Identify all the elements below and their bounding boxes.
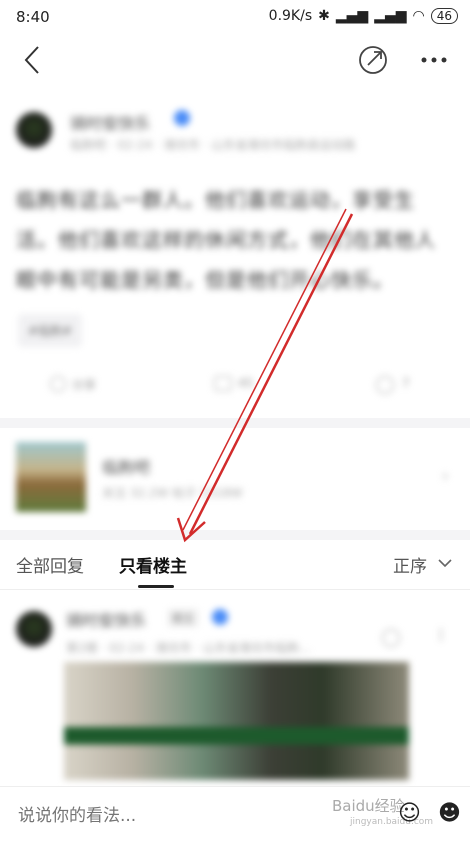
battery-indicator: 46 xyxy=(430,8,458,24)
tab-all-replies[interactable]: 全部回复 xyxy=(16,552,84,577)
like-icon[interactable] xyxy=(382,629,400,647)
tabs-divider xyxy=(0,589,470,590)
post-text: 临朐有这么一群人。他们喜欢运动，享受生活。他们喜欢这样的休闲方式，他们在其他人眼… xyxy=(16,188,436,292)
wifi-icon: ◠ xyxy=(412,8,425,24)
bottom-bar: Baidu经验 jingyan.baidu.com ☺ ☻ xyxy=(0,786,470,844)
emoji-icon[interactable]: ☺ xyxy=(398,801,421,826)
status-time: 8:40 xyxy=(16,8,50,26)
comment-input[interactable] xyxy=(16,799,320,833)
signal-icon: ▂▄▆ xyxy=(335,8,369,24)
post-meta: 临朐吧 · 02-24 · 潍坊市 · 山东省潍坊市临朐县运动路 xyxy=(70,138,356,152)
post-tag[interactable]: #临朐# xyxy=(18,314,83,347)
forum-thumbnail xyxy=(16,442,86,512)
section-divider xyxy=(0,418,470,428)
more-icon[interactable] xyxy=(420,56,448,64)
status-icons: 0.9K/s ✱ ▂▄▆ ▂▄▆ ◠ 46 xyxy=(269,8,458,24)
net-speed: 0.9K/s xyxy=(268,8,313,24)
verified-icon xyxy=(174,110,190,126)
op-badge: 楼主 xyxy=(168,609,198,627)
chevron-down-icon[interactable] xyxy=(438,558,452,568)
forum-name: 临朐吧 xyxy=(102,458,151,477)
signal-icon-2: ▂▄▆ xyxy=(374,8,407,24)
nav-bar xyxy=(0,34,470,86)
post-author[interactable]: 骑时俊快乐 xyxy=(70,110,150,134)
share-icon[interactable] xyxy=(357,44,389,76)
tab-only-op[interactable]: 只看楼主 xyxy=(119,552,187,577)
bluetooth-icon: ✱ xyxy=(318,8,330,24)
reply-tabs: 全部回复 只看楼主 正序 xyxy=(0,540,470,588)
post-header: 骑时俊快乐 临朐吧 · 02-24 · 潍坊市 · 山东省潍坊市临朐县运动路 xyxy=(16,110,456,160)
chevron-left-icon[interactable] xyxy=(20,44,44,76)
sort-order[interactable]: 正序 xyxy=(393,552,427,577)
like-count[interactable]: 7 xyxy=(402,376,410,390)
share-count[interactable]: 分享 xyxy=(72,376,96,393)
reply-photo[interactable] xyxy=(64,662,409,780)
reply-header: 骑时俊快乐 楼主 第2楼 · 02-24 · 潍坊市 · 山东省潍坊市临朐… ⋮ xyxy=(16,607,456,657)
forum-card[interactable]: 临朐吧 关注 32.2W 帖子 1518W › xyxy=(16,442,456,514)
post-actions: 分享 45 7 xyxy=(0,372,470,402)
reply-meta: 第2楼 · 02-24 · 潍坊市 · 山东省潍坊市临朐… xyxy=(66,641,311,655)
avatar[interactable] xyxy=(16,112,52,148)
verified-icon xyxy=(212,609,228,625)
tab-active-indicator xyxy=(138,585,174,588)
share-icon[interactable] xyxy=(50,376,66,392)
reply-author[interactable]: 骑时俊快乐 xyxy=(66,607,146,631)
forum-stats: 关注 32.2W 帖子 1518W xyxy=(102,486,243,500)
watermark: Baidu经验 xyxy=(332,797,405,815)
status-bar: 8:40 0.9K/s ✱ ▂▄▆ ▂▄▆ ◠ 46 xyxy=(0,0,470,34)
comment-icon[interactable] xyxy=(214,376,232,391)
section-divider-2 xyxy=(0,530,470,540)
like-icon[interactable] xyxy=(376,376,394,394)
chevron-right-icon: › xyxy=(442,466,449,485)
emoji-icon-2[interactable]: ☻ xyxy=(438,801,461,826)
more-icon[interactable]: ⋮ xyxy=(434,627,448,643)
comment-count[interactable]: 45 xyxy=(238,376,253,390)
reply-avatar[interactable] xyxy=(16,611,52,647)
